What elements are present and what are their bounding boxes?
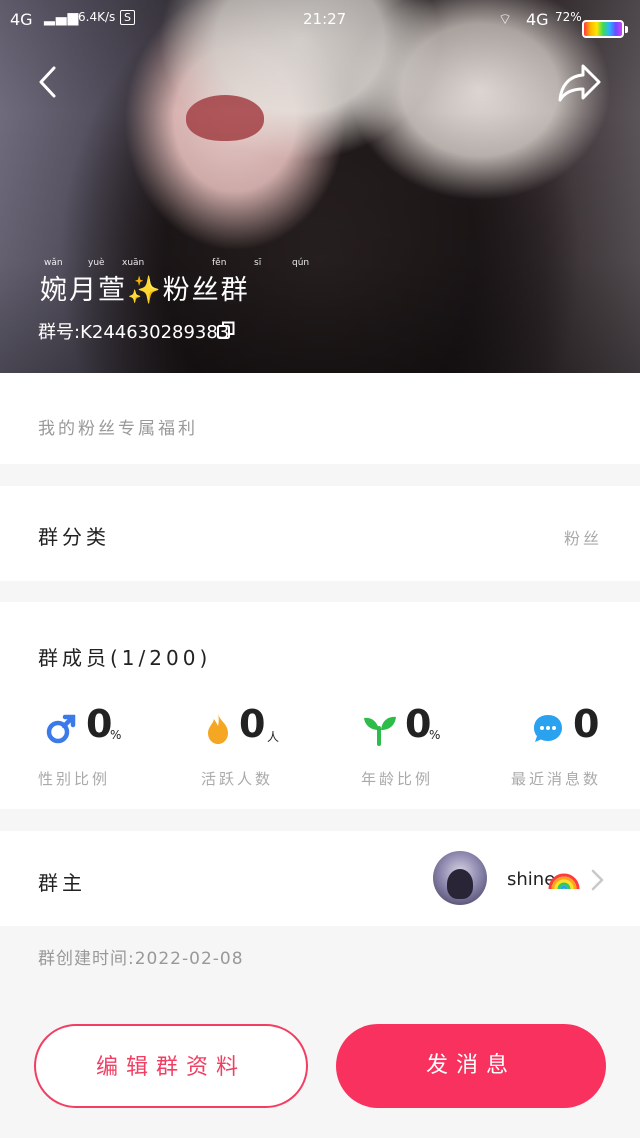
avatar[interactable]	[433, 851, 487, 905]
stat-recent-messages[interactable]: 0 最近消息数	[511, 702, 640, 790]
members-label: 群成员(1/200)	[38, 646, 212, 670]
pinyin-syllable: qún	[292, 258, 310, 268]
share-icon[interactable]	[555, 60, 605, 104]
sprout-icon	[364, 716, 396, 746]
pinyin-syllable: xuān	[122, 258, 145, 268]
back-arrow-icon[interactable]	[30, 62, 70, 102]
group-name: 婉月萱✨粉丝群	[40, 275, 250, 306]
wifi-icon: ⌔	[498, 10, 513, 28]
pinyin-syllable: wǎn	[44, 258, 63, 268]
stat-label: 活跃人数	[201, 770, 274, 788]
s-badge-icon: S	[120, 10, 135, 25]
stat-gender-ratio[interactable]: 0 % 性别比例	[38, 702, 194, 790]
stat-label: 性别比例	[38, 770, 111, 788]
stat-age-ratio[interactable]: 0 % 年龄比例	[361, 702, 513, 790]
benefit-row[interactable]: 我的粉丝专属福利	[0, 373, 640, 464]
pinyin-syllable: sī	[254, 258, 262, 268]
group-cover-image: 4G ▂▄▆ 6.4K/s S 21:27 ⌔ 4G 72% wǎn yuè x…	[0, 0, 640, 373]
flame-icon	[208, 714, 228, 744]
signal-icon: ▂▄▆	[44, 10, 80, 26]
benefit-text: 我的粉丝专属福利	[38, 419, 198, 439]
stat-value: 0	[239, 702, 266, 746]
stat-active-count[interactable]: 0 人 活跃人数	[201, 702, 351, 790]
battery-percent: 72%	[555, 10, 582, 24]
send-message-button[interactable]: 发消息	[336, 1024, 606, 1108]
clock: 21:27	[303, 10, 347, 28]
created-date: 群创建时间:2022-02-08	[38, 949, 244, 969]
stat-value: 0	[405, 702, 432, 746]
group-id: 群号:K244630289383	[38, 322, 230, 343]
chat-bubble-icon	[534, 715, 562, 742]
category-label: 群分类	[38, 525, 110, 549]
stat-value: 0	[86, 702, 113, 746]
status-bar: 4G ▂▄▆ 6.4K/s S 21:27 ⌔ 4G 72%	[0, 8, 640, 38]
owner-label: 群主	[38, 871, 86, 895]
category-row[interactable]: 群分类 粉丝	[0, 486, 640, 581]
stat-label: 年龄比例	[361, 770, 434, 788]
network-indicator-right: 4G	[526, 10, 549, 29]
stat-unit: %	[110, 728, 122, 742]
stat-unit: 人	[267, 730, 280, 744]
stat-value: 0	[573, 702, 600, 746]
edit-group-button[interactable]: 编辑群资料	[34, 1024, 308, 1108]
rainbow-icon	[548, 873, 580, 890]
male-icon	[46, 714, 76, 744]
owner-row[interactable]: 群主 shine	[0, 831, 640, 926]
copy-icon[interactable]	[215, 319, 237, 341]
pinyin-syllable: fěn	[212, 258, 227, 268]
network-indicator: 4G	[10, 10, 33, 29]
network-speed: 6.4K/s	[78, 10, 116, 24]
category-value: 粉丝	[563, 529, 602, 548]
stat-label: 最近消息数	[511, 770, 602, 788]
pinyin-syllable: yuè	[88, 258, 105, 268]
stat-unit: %	[429, 728, 441, 742]
members-section[interactable]: 群成员(1/200) 0 % 性别比例 0 人 活跃人数 0 % 年龄比例 0 …	[0, 602, 640, 809]
battery-icon	[582, 20, 628, 38]
chevron-right-icon[interactable]	[588, 867, 606, 893]
